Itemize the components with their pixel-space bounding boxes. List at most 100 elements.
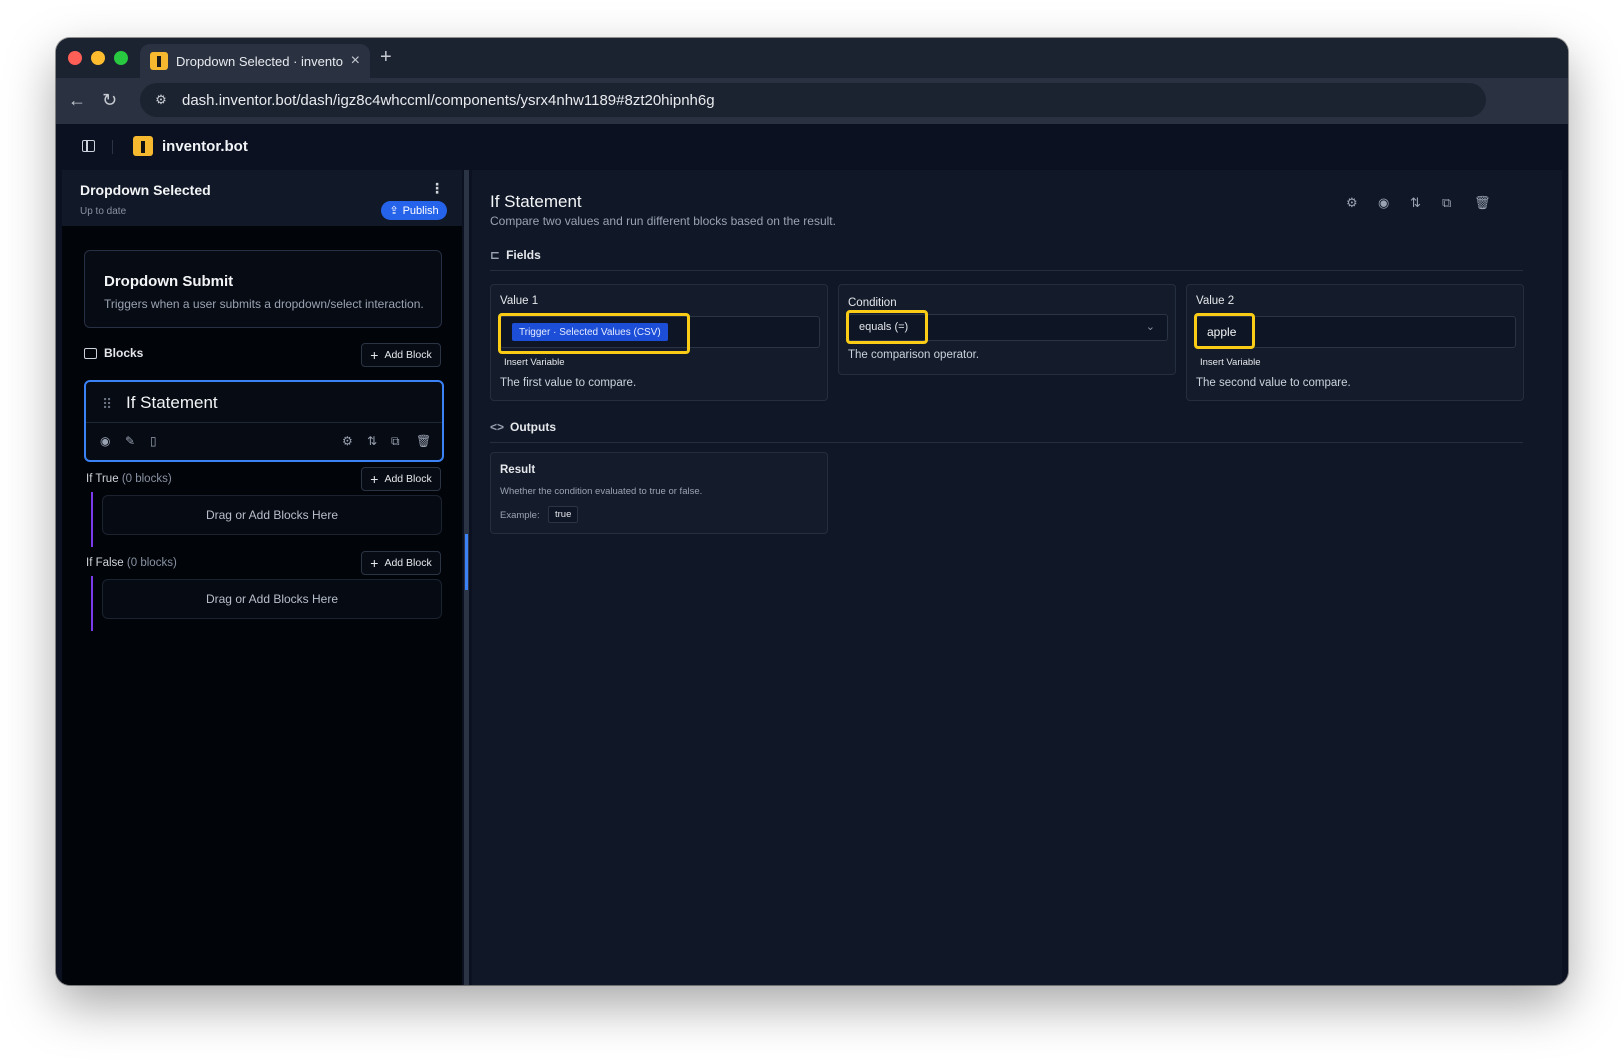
workflow-status: Up to date: [80, 206, 127, 217]
brand-name: inventor.bot: [162, 138, 248, 155]
add-block-label: Add Block: [384, 473, 432, 485]
if-true-label: If True (0 blocks): [86, 473, 172, 485]
if-false-count: (0 blocks): [126, 557, 177, 569]
if-false-drop-zone[interactable]: Drag or Add Blocks Here: [102, 579, 442, 619]
block-title: If Statement: [126, 393, 218, 412]
workflow-title: Dropdown Selected: [80, 182, 211, 198]
note-icon[interactable]: ▯: [150, 434, 157, 448]
trigger-card[interactable]: Dropdown Submit Triggers when a user sub…: [84, 250, 442, 328]
eye-icon[interactable]: ◉: [100, 434, 110, 448]
app-root: inventor.bot Dropdown Selected Up to dat…: [56, 124, 1568, 985]
output-title: Result: [500, 464, 536, 476]
publish-button[interactable]: ⇪ Publish: [381, 201, 447, 220]
if-false-label: If False (0 blocks): [86, 557, 177, 569]
value2-label: Value 2: [1196, 295, 1235, 307]
outputs-heading-label: Outputs: [510, 420, 557, 434]
sidebar-toggle-icon[interactable]: [82, 140, 95, 152]
chevron-down-icon: ⌄: [1145, 321, 1155, 333]
browser-window: Dropdown Selected · inventor.bot × + ← ↻…: [56, 38, 1568, 985]
browser-tab[interactable]: Dropdown Selected · inventor.bot ×: [140, 44, 370, 78]
maximize-window-button[interactable]: [114, 51, 128, 65]
value1-field: Value 1 Trigger · Selected Values (CSV) …: [490, 284, 828, 401]
blocks-header: Blocks + Add Block: [84, 342, 442, 368]
insert-variable-link[interactable]: Insert Variable: [504, 357, 565, 368]
code-icon: <>: [490, 420, 505, 434]
more-options-icon[interactable]: ⋮: [430, 180, 444, 197]
outputs-divider: [490, 442, 1523, 443]
brand-logo: [133, 136, 153, 156]
trigger-description: Triggers when a user submits a dropdown/…: [104, 297, 424, 311]
url-text[interactable]: dash.inventor.bot/dash/igz8c4whccml/comp…: [182, 92, 715, 109]
address-bar[interactable]: ⚙ dash.inventor.bot/dash/igz8c4whccml/co…: [140, 83, 1486, 117]
trash-icon[interactable]: 🗑: [416, 434, 431, 448]
value2-help: The second value to compare.: [1196, 377, 1351, 389]
add-block-if-true-button[interactable]: + Add Block: [361, 467, 441, 491]
blocks-label: Blocks: [104, 346, 144, 360]
drag-handle-icon[interactable]: ⠿: [102, 396, 112, 413]
close-tab-icon[interactable]: ×: [351, 53, 360, 69]
resize-handle-grip[interactable]: [465, 534, 468, 590]
plus-icon: +: [370, 347, 379, 363]
output-example-label: Example:: [500, 510, 540, 521]
value1-highlight: [498, 313, 690, 354]
tab-title: Dropdown Selected · inventor.bot: [176, 53, 343, 69]
output-example-value: true: [548, 506, 579, 523]
outputs-heading: <> Outputs: [490, 420, 556, 434]
site-settings-icon[interactable]: ⚙: [152, 91, 170, 109]
output-result-card: Result Whether the condition evaluated t…: [490, 452, 828, 534]
plus-icon: +: [370, 555, 379, 571]
folder-icon: [84, 348, 97, 359]
trigger-title: Dropdown Submit: [104, 273, 234, 290]
value1-help: The first value to compare.: [500, 377, 637, 389]
browser-toolbar: ← ↻ ⚙ dash.inventor.bot/dash/igz8c4whccm…: [56, 78, 1568, 124]
fields-heading: ⊏ Fields: [490, 248, 541, 262]
if-false-name: If False: [86, 557, 124, 569]
gear-icon[interactable]: ⚙: [1346, 195, 1358, 211]
new-tab-icon[interactable]: +: [380, 46, 392, 69]
gear-icon[interactable]: ⚙: [342, 434, 353, 448]
if-true-name: If True: [86, 473, 119, 485]
condition-highlight: [846, 310, 928, 344]
add-block-button[interactable]: + Add Block: [361, 343, 441, 367]
if-true-branch-line: [91, 492, 93, 547]
reload-icon[interactable]: ↻: [102, 90, 117, 111]
close-window-button[interactable]: [68, 51, 82, 65]
insert-variable-link[interactable]: Insert Variable: [1200, 357, 1261, 368]
add-block-label: Add Block: [384, 349, 432, 361]
block-divider: [86, 422, 442, 423]
minimize-window-button[interactable]: [91, 51, 105, 65]
if-false-branch-line: [91, 576, 93, 631]
copy-icon[interactable]: ⧉: [391, 434, 400, 449]
if-true-count: (0 blocks): [121, 473, 172, 485]
app-header: inventor.bot: [56, 124, 1568, 170]
if-true-drop-zone[interactable]: Drag or Add Blocks Here: [102, 495, 442, 535]
output-description: Whether the condition evaluated to true …: [500, 486, 703, 497]
detail-title: If Statement: [490, 192, 582, 211]
add-block-label: Add Block: [384, 557, 432, 569]
tag-icon: ⊏: [490, 248, 501, 262]
workflow-header: Dropdown Selected Up to date ⋮ ⇪ Publish: [62, 170, 462, 226]
header-divider: [112, 140, 113, 154]
trash-icon[interactable]: 🗑: [1474, 195, 1491, 211]
publish-label: Publish: [402, 204, 439, 217]
reorder-icon[interactable]: ⇅: [367, 434, 377, 448]
add-block-if-false-button[interactable]: + Add Block: [361, 551, 441, 575]
condition-label: Condition: [848, 297, 897, 309]
tab-bar: Dropdown Selected · inventor.bot × +: [56, 38, 1568, 78]
copy-icon[interactable]: ⧉: [1442, 195, 1451, 211]
value1-label: Value 1: [500, 295, 539, 307]
upload-icon: ⇪: [389, 205, 399, 217]
pencil-icon[interactable]: ✎: [125, 434, 135, 448]
block-detail-panel: If Statement Compare two values and run …: [472, 170, 1562, 985]
condition-help: The comparison operator.: [848, 349, 980, 361]
if-statement-block[interactable]: ⠿ If Statement ◉ ✎ ▯ ⚙ ⇅ ⧉ 🗑: [84, 380, 444, 462]
reorder-icon[interactable]: ⇅: [1410, 195, 1421, 211]
plus-icon: +: [370, 471, 379, 487]
favicon-icon: [150, 52, 168, 70]
eye-icon[interactable]: ◉: [1378, 195, 1389, 211]
workflow-panel: Dropdown Selected Up to date ⋮ ⇪ Publish…: [62, 170, 462, 985]
condition-field: Condition equals (=) ⌄ The comparison op…: [838, 284, 1176, 375]
back-arrow-icon[interactable]: ←: [68, 90, 86, 111]
fields-heading-label: Fields: [506, 248, 541, 262]
fields-divider: [490, 270, 1523, 271]
